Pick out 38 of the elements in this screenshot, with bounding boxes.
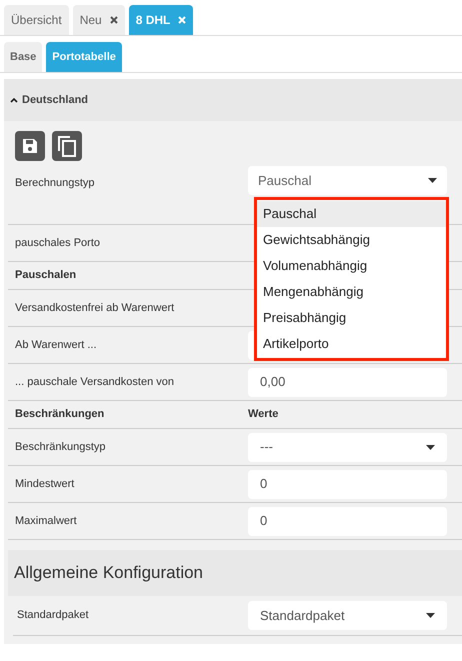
dropdown-option[interactable]: Gewichtsabhängig (257, 227, 446, 253)
select-field[interactable]: Standardpaket (248, 601, 447, 630)
section-heading: Allgemeine Konfiguration (8, 550, 462, 596)
input-field[interactable]: 0 (248, 470, 447, 498)
section-header[interactable]: Deutschland (4, 79, 462, 121)
dropdown-option[interactable]: Preisabhängig (257, 305, 446, 331)
field-label: Standardpaket (17, 608, 90, 624)
group-heading: Beschränkungen (15, 407, 106, 422)
close-icon[interactable] (110, 16, 118, 24)
save-button[interactable] (15, 131, 45, 161)
caret-icon (426, 444, 435, 450)
input-field[interactable]: 0 (248, 506, 447, 536)
field-label: Beschränkungstyp (15, 440, 106, 455)
field-label: Versandkostenfrei ab Warenwert (15, 300, 176, 316)
field-label: ... pauschale Versandkosten von (15, 374, 175, 390)
copy-button[interactable] (52, 131, 82, 161)
field-label: pauschales Porto (15, 236, 101, 251)
field-label: Maximalwert (15, 514, 78, 529)
select-field[interactable]: Pauschal (248, 166, 447, 195)
tab[interactable]: Übersicht (4, 5, 69, 35)
chevron-icon (10, 97, 18, 103)
input-field[interactable]: 0,00 (248, 368, 447, 396)
select-field[interactable]: --- (248, 432, 447, 462)
group-heading: Pauschalen (15, 268, 78, 284)
field-label: Mindestwert (15, 476, 76, 492)
column-header: Werte (248, 407, 278, 422)
dropdown-option[interactable]: Mengenabhängig (257, 279, 446, 305)
save-icon (21, 137, 39, 155)
field-label: Ab Warenwert ... (15, 338, 98, 353)
dropdown-option[interactable]: Artikelporto (257, 331, 446, 357)
tab[interactable]: Neu (72, 5, 125, 35)
dropdown-option[interactable]: Volumenabhängig (257, 253, 446, 279)
dropdown-option[interactable]: Pauschal (257, 201, 446, 227)
field-label: Berechnungstyp (15, 176, 96, 191)
caret-icon (428, 178, 437, 183)
copy-icon (57, 135, 77, 157)
caret-icon (426, 613, 435, 618)
tab[interactable]: Base (4, 42, 42, 72)
